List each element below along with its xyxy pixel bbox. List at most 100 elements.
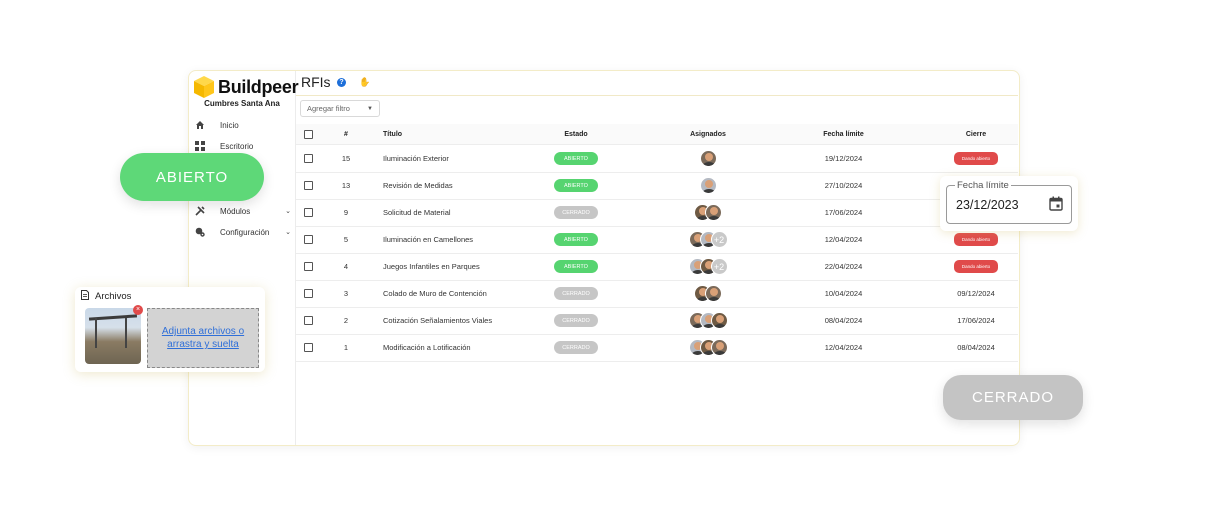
sidebar-item-label: Escritorio — [220, 141, 254, 151]
brand-name: Buildpeer — [218, 76, 299, 97]
column-header-num[interactable]: # — [334, 124, 358, 144]
row-checkbox[interactable] — [304, 289, 313, 298]
avatar[interactable] — [710, 312, 728, 329]
rfi-number: 9 — [343, 208, 349, 217]
home-icon — [195, 120, 205, 130]
dropzone-link[interactable]: Adjunta archivos o arrastra y suelta — [155, 325, 251, 351]
status-badge: ABIERTO — [554, 260, 598, 273]
rfi-title[interactable]: Iluminación Exterior — [383, 145, 553, 172]
column-header-asignados[interactable]: Asignados — [671, 124, 745, 144]
more-assignees-badge[interactable]: +2 — [710, 258, 728, 275]
due-date: 22/04/2024 — [824, 262, 863, 271]
grid-icon — [195, 141, 205, 151]
filter-placeholder: Agregar filtro — [307, 104, 350, 113]
attachment-thumbnail[interactable] — [85, 308, 141, 364]
rfi-number: 3 — [343, 289, 349, 298]
table-row[interactable]: 2 Cotización Señalamientos Viales CERRADO 0… — [296, 307, 1018, 335]
due-date-field[interactable]: Fecha límite 23/12/2023 — [946, 180, 1072, 224]
due-date: 12/04/2024 — [824, 235, 863, 244]
row-checkbox[interactable] — [304, 181, 313, 190]
sidebar-item-modulos[interactable]: Módulos ⌄ — [195, 203, 291, 219]
rfi-number: 4 — [343, 262, 349, 271]
close-rfi-button[interactable]: Dando abierto — [954, 233, 998, 246]
add-filter-select[interactable]: Agregar filtro ▼ — [300, 100, 380, 117]
avatar[interactable] — [710, 339, 728, 356]
row-checkbox[interactable] — [304, 343, 313, 352]
avatar[interactable] — [705, 204, 722, 221]
column-header-title[interactable]: Título — [383, 124, 553, 144]
rfi-title[interactable]: Revisión de Medidas — [383, 172, 553, 199]
sidebar: Buildpeer Cumbres Santa Ana Inicio Escri… — [189, 71, 299, 445]
file-dropzone[interactable]: Adjunta archivos o arrastra y suelta — [147, 308, 259, 368]
app-window: Buildpeer Cumbres Santa Ana Inicio Escri… — [188, 70, 1020, 446]
rfi-title[interactable]: Iluminación en Camellones — [383, 226, 553, 253]
status-badge: ABIERTO — [554, 233, 598, 246]
sidebar-item-configuracion[interactable]: Configuración ⌄ — [195, 224, 291, 240]
rfi-number: 1 — [343, 343, 349, 352]
help-icon[interactable]: ? — [337, 78, 346, 87]
status-badge: ABIERTO — [554, 152, 598, 165]
assignees — [694, 204, 722, 221]
column-header-cierre[interactable]: Cierre — [941, 124, 1011, 144]
assignees — [699, 150, 717, 167]
status-badge: CERRADO — [554, 341, 598, 354]
caret-down-icon: ▼ — [367, 106, 373, 112]
topbar: RFIs ? ✋ — [296, 71, 1018, 96]
row-checkbox[interactable] — [304, 316, 313, 325]
avatar[interactable] — [699, 150, 717, 167]
buildpeer-logo-icon — [194, 76, 214, 98]
avatar[interactable] — [699, 177, 717, 194]
assignees — [688, 312, 728, 329]
project-name: Cumbres Santa Ana — [204, 99, 280, 108]
page-title: RFIs — [301, 74, 331, 90]
column-header-fecha-limite[interactable]: Fecha límite — [806, 124, 881, 144]
due-date-value: 23/12/2023 — [956, 198, 1019, 212]
close-date: 08/04/2024 — [957, 343, 995, 352]
status-badge: CERRADO — [554, 287, 598, 300]
hand-icon[interactable]: ✋ — [359, 77, 370, 88]
chevron-down-icon: ⌄ — [285, 229, 291, 236]
rfi-title[interactable]: Juegos Infantiles en Parques — [383, 253, 553, 280]
table-row[interactable]: 4 Juegos Infantiles en Parques ABIERTO +2 22… — [296, 253, 1018, 281]
date-picker-card: Fecha límite 23/12/2023 — [940, 176, 1078, 231]
rfi-number: 5 — [343, 235, 349, 244]
status-pill-cerrado: CERRADO — [943, 375, 1083, 420]
status-badge: ABIERTO — [554, 179, 598, 192]
rfi-title[interactable]: Cotización Señalamientos Viales — [383, 307, 553, 334]
files-header: Archivos — [81, 290, 131, 303]
more-assignees-badge[interactable]: +2 — [710, 231, 728, 248]
files-title: Archivos — [95, 291, 132, 302]
due-date: 27/10/2024 — [824, 181, 863, 190]
table-row[interactable]: 9 Solicitud de Material CERRADO 17/06/2024 — [296, 199, 1018, 227]
rfi-title[interactable]: Solicitud de Material — [383, 199, 553, 226]
table-row[interactable]: 3 Colado de Muro de Contención CERRADO 10/0… — [296, 280, 1018, 308]
due-date: 08/04/2024 — [824, 316, 863, 325]
row-checkbox[interactable] — [304, 235, 313, 244]
due-date: 17/06/2024 — [824, 208, 863, 217]
status-badge: CERRADO — [554, 206, 598, 219]
document-icon — [81, 290, 89, 303]
row-checkbox[interactable] — [304, 154, 313, 163]
close-rfi-button[interactable]: Dando abierto — [954, 152, 998, 165]
table-row[interactable]: 1 Modificación a Lotificación CERRADO 12/04… — [296, 334, 1018, 362]
assignees: +2 — [688, 231, 728, 248]
close-rfi-button[interactable]: Dando abierto — [954, 260, 998, 273]
sidebar-item-escritorio[interactable]: Escritorio — [195, 138, 291, 154]
select-all-checkbox[interactable] — [304, 129, 313, 139]
settings-icon — [195, 227, 205, 237]
row-checkbox[interactable] — [304, 262, 313, 271]
main-content: RFIs ? ✋ Agregar filtro ▼ # Título Estad… — [296, 71, 1018, 445]
rfi-title[interactable]: Colado de Muro de Contención — [383, 280, 553, 307]
sidebar-item-inicio[interactable]: Inicio — [195, 117, 291, 133]
table-row[interactable]: 13 Revisión de Medidas ABIERTO 27/10/2024 — [296, 172, 1018, 200]
remove-attachment-icon[interactable]: × — [133, 305, 143, 315]
column-header-estado[interactable]: Estado — [548, 124, 604, 144]
avatar[interactable] — [705, 285, 722, 302]
rfi-number: 13 — [341, 181, 351, 190]
table-row[interactable]: 5 Iluminación en Camellones ABIERTO +2 12/04… — [296, 226, 1018, 254]
logo: Buildpeer — [193, 75, 299, 99]
row-checkbox[interactable] — [304, 208, 313, 217]
table-row[interactable]: 15 Iluminación Exterior ABIERTO 19/12/2024 D… — [296, 145, 1018, 173]
calendar-icon[interactable] — [1049, 196, 1063, 216]
rfi-title[interactable]: Modificación a Lotificación — [383, 334, 553, 361]
